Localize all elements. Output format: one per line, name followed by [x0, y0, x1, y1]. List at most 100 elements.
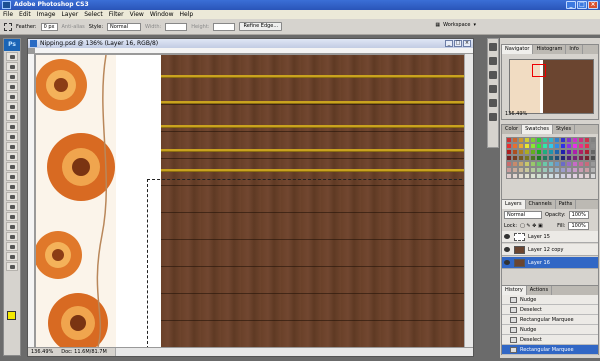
- close-button[interactable]: ×: [588, 1, 598, 9]
- eye-icon[interactable]: [504, 260, 510, 265]
- history-item[interactable]: Rectangular Marquee: [502, 315, 598, 325]
- menu-bar: File Edit Image Layer Select Filter View…: [0, 10, 600, 19]
- menu-file[interactable]: File: [3, 11, 13, 18]
- shape-tool-icon[interactable]: [6, 222, 18, 231]
- history-item[interactable]: Deselect: [502, 335, 598, 345]
- move-tool-icon[interactable]: [6, 52, 18, 61]
- canvas[interactable]: [36, 55, 464, 347]
- tool-presets-icon[interactable]: [489, 57, 497, 65]
- blur-tool-icon[interactable]: [6, 172, 18, 181]
- tab-paths[interactable]: Paths: [556, 200, 577, 209]
- tab-color[interactable]: Color: [502, 125, 523, 134]
- crop-tool-icon[interactable]: [6, 92, 18, 101]
- tab-actions[interactable]: Actions: [527, 286, 553, 295]
- magic-wand-tool-icon[interactable]: [6, 82, 18, 91]
- gold-stripe: [161, 75, 464, 77]
- pen-tool-icon[interactable]: [6, 192, 18, 201]
- layer-row[interactable]: Layer 12 copy: [502, 244, 598, 256]
- doc-size-info[interactable]: Doc: 11.6M/81.7M: [61, 348, 107, 356]
- gradient-tool-icon[interactable]: [6, 162, 18, 171]
- foreground-color-swatch[interactable]: [7, 311, 16, 320]
- eyedropper-tool-icon[interactable]: [6, 242, 18, 251]
- menu-filter[interactable]: Filter: [109, 11, 124, 18]
- menu-layer[interactable]: Layer: [61, 11, 78, 18]
- vertical-ruler: [28, 54, 35, 347]
- tab-history[interactable]: History: [502, 286, 527, 295]
- floral-border-artwork: [36, 55, 116, 347]
- layer-row[interactable]: Layer 15: [502, 231, 598, 243]
- history-brush-tool-icon[interactable]: [6, 142, 18, 151]
- horizontal-scrollbar[interactable]: [114, 348, 473, 356]
- healing-brush-tool-icon[interactable]: [6, 112, 18, 121]
- tab-channels[interactable]: Channels: [526, 200, 556, 209]
- menu-view[interactable]: View: [130, 11, 144, 18]
- doc-close-button[interactable]: ×: [463, 40, 471, 47]
- notes-tool-icon[interactable]: [6, 232, 18, 241]
- tab-styles[interactable]: Styles: [553, 125, 576, 134]
- navigator-zoom[interactable]: 136.49%: [505, 111, 527, 117]
- brush-tool-icon[interactable]: [6, 122, 18, 131]
- navigator-thumbnail[interactable]: [509, 59, 594, 114]
- menu-image[interactable]: Image: [37, 11, 56, 18]
- vertical-scrollbar[interactable]: [464, 54, 473, 348]
- maximize-button[interactable]: □: [577, 1, 587, 9]
- layer-row-selected[interactable]: Layer 16: [502, 257, 598, 269]
- minimize-button[interactable]: _: [566, 1, 576, 9]
- lock-icons[interactable]: ▢ ✎ ✥ ▣: [520, 223, 554, 229]
- navigator-view-box[interactable]: [532, 64, 546, 77]
- feather-label: Feather:: [16, 23, 37, 30]
- doc-minimize-button[interactable]: _: [445, 40, 453, 47]
- refine-edge-button[interactable]: Refine Edge...: [239, 22, 283, 31]
- feather-input[interactable]: 0 px: [40, 22, 58, 31]
- toolbox: Ps: [3, 38, 21, 356]
- selection-marquee[interactable]: [147, 179, 464, 347]
- workspace-menu[interactable]: ▦ Workspace ▾: [435, 22, 476, 28]
- style-select[interactable]: Normal: [107, 22, 142, 31]
- width-input[interactable]: [165, 22, 188, 31]
- paragraph-panel-icon[interactable]: [489, 99, 497, 107]
- layer-comps-icon[interactable]: [489, 71, 497, 79]
- clone-source-icon[interactable]: [489, 113, 497, 121]
- history-state-icon: [510, 297, 517, 303]
- tab-layers[interactable]: Layers: [502, 200, 526, 209]
- history-item[interactable]: Nudge: [502, 295, 598, 305]
- tab-navigator[interactable]: Navigator: [502, 45, 534, 54]
- opacity-input[interactable]: 100%: [568, 211, 589, 219]
- lasso-tool-icon[interactable]: [6, 72, 18, 81]
- hand-tool-icon[interactable]: [6, 252, 18, 261]
- zoom-tool-icon[interactable]: [6, 262, 18, 271]
- path-select-tool-icon[interactable]: [6, 212, 18, 221]
- layer-name: Layer 16: [528, 260, 550, 266]
- menu-help[interactable]: Help: [180, 11, 194, 18]
- doc-maximize-button[interactable]: □: [454, 40, 462, 47]
- dodge-tool-icon[interactable]: [6, 182, 18, 191]
- character-panel-icon[interactable]: [489, 85, 497, 93]
- menu-window[interactable]: Window: [150, 11, 174, 18]
- swatch-grid[interactable]: [506, 137, 596, 197]
- document-title-bar[interactable]: Nipping.psd @ 136% (Layer 16, RGB/8) _ □…: [28, 39, 473, 48]
- tab-histogram[interactable]: Histogram: [533, 45, 567, 54]
- window-controls: _ □ ×: [566, 1, 598, 9]
- blend-mode-select[interactable]: Normal: [504, 211, 542, 219]
- fill-input[interactable]: 100%: [568, 222, 589, 230]
- height-input[interactable]: [213, 22, 236, 31]
- zoom-level[interactable]: 136.49%: [31, 348, 53, 356]
- antialias-checkbox[interactable]: Anti-alias: [62, 24, 85, 30]
- tab-swatches[interactable]: Swatches: [522, 125, 553, 134]
- history-item-selected[interactable]: Rectangular Marquee: [502, 345, 598, 355]
- rect-marquee-tool-icon[interactable]: [4, 22, 12, 31]
- eye-icon[interactable]: [504, 234, 510, 239]
- history-item[interactable]: Nudge: [502, 325, 598, 335]
- history-item[interactable]: Deselect: [502, 305, 598, 315]
- eye-icon[interactable]: [504, 247, 510, 252]
- swatch-cell[interactable]: [590, 173, 596, 179]
- eraser-tool-icon[interactable]: [6, 152, 18, 161]
- clone-stamp-tool-icon[interactable]: [6, 132, 18, 141]
- menu-edit[interactable]: Edit: [19, 11, 31, 18]
- type-tool-icon[interactable]: [6, 202, 18, 211]
- marquee-tool-icon[interactable]: [6, 62, 18, 71]
- slice-tool-icon[interactable]: [6, 102, 18, 111]
- tab-info[interactable]: Info: [566, 45, 583, 54]
- brushes-panel-icon[interactable]: [489, 43, 497, 51]
- menu-select[interactable]: Select: [84, 11, 103, 18]
